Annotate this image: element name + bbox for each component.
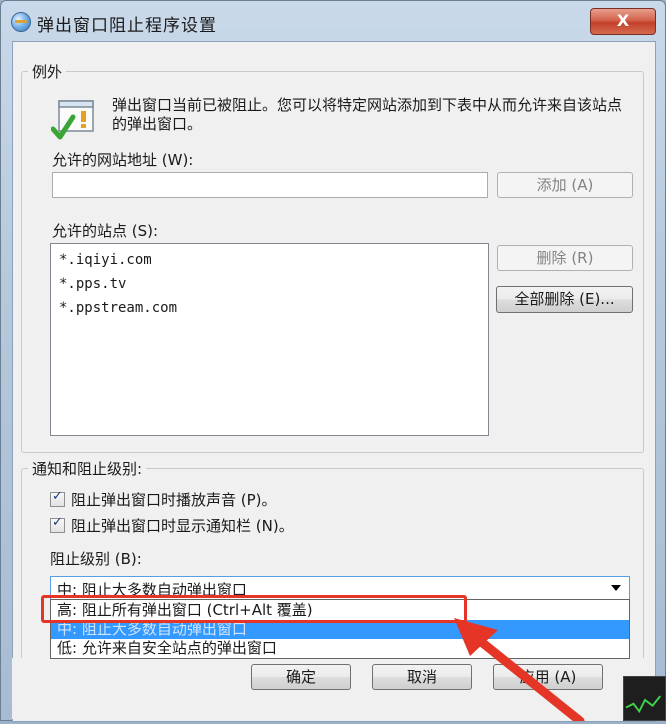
list-item[interactable]: *.pps.tv xyxy=(59,272,480,296)
address-input[interactable] xyxy=(52,172,488,198)
allowed-sites-list[interactable]: *.iqiyi.com *.pps.tv *.ppstream.com xyxy=(50,243,489,436)
notification-legend: 通知和阻止级别: xyxy=(32,460,143,478)
show-bar-checkbox[interactable] xyxy=(50,515,65,533)
window-title: 弹出窗口阻止程序设置 xyxy=(37,16,217,36)
block-level-label: 阻止级别 (B): xyxy=(50,550,142,568)
graph-icon xyxy=(625,695,661,714)
annotation-highlight-box xyxy=(41,595,467,623)
chevron-down-icon[interactable] xyxy=(611,585,621,591)
title-bar[interactable]: 弹出窗口阻止程序设置 X xyxy=(1,1,665,41)
taskbar-thumbnail xyxy=(623,676,666,721)
delete-all-button[interactable]: 全部删除 (E)... xyxy=(496,286,633,313)
delete-button[interactable]: 删除 (R) xyxy=(497,245,633,271)
add-button[interactable]: 添加 (A) xyxy=(497,172,633,198)
list-item[interactable]: *.iqiyi.com xyxy=(59,248,480,272)
play-sound-checkbox-row[interactable]: 阻止弹出窗口时播放声音 (P)。 xyxy=(50,489,277,509)
show-bar-checkbox-row[interactable]: 阻止弹出窗口时显示通知栏 (N)。 xyxy=(50,515,294,535)
address-label: 允许的网站地址 (W): xyxy=(52,151,194,169)
show-bar-label: 阻止弹出窗口时显示通知栏 (N)。 xyxy=(71,516,294,535)
info-text: 弹出窗口当前已被阻止。您可以将特定网站添加到下表中从而允许来自该站点的弹出窗口。 xyxy=(112,96,623,133)
globe-icon xyxy=(11,12,31,32)
allowed-sites-label: 允许的站点 (S): xyxy=(52,222,159,240)
play-sound-checkbox[interactable] xyxy=(50,489,65,507)
close-button[interactable]: X xyxy=(590,8,656,35)
play-sound-label: 阻止弹出窗口时播放声音 (P)。 xyxy=(71,490,277,509)
exceptions-legend: 例外 xyxy=(32,63,63,81)
list-item[interactable]: *.ppstream.com xyxy=(59,296,480,320)
ok-button[interactable]: 确定 xyxy=(251,664,351,690)
info-shield-icon xyxy=(51,100,94,140)
